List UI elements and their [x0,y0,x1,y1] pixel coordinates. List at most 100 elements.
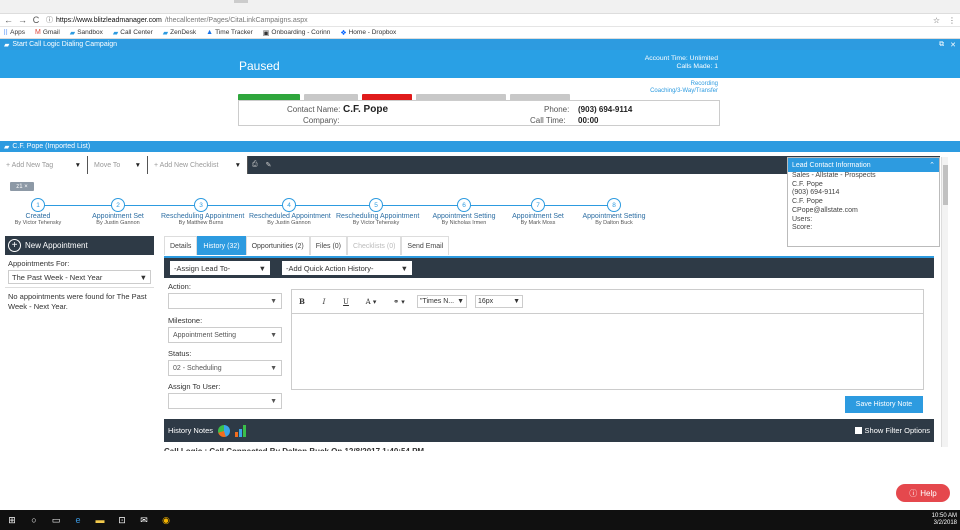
add-checklist-dropdown[interactable]: + Add New Checklist ▼ [148,156,248,174]
menu-icon[interactable]: ⋮ [948,16,956,25]
bookmark-item[interactable]: ▲ Time Tracker [206,29,253,36]
bookmark-item[interactable]: ▣ Onboarding - Corinn [263,29,331,37]
milestone-number: 3 [194,198,208,212]
bar-chart-icon[interactable] [235,424,247,437]
scrollbar-thumb[interactable] [943,165,948,205]
milestone-by: By Victor Tehensky [352,220,400,226]
bookmark-item[interactable]: ▰ ZenDesk [163,29,196,37]
milestone-step[interactable]: 5 Rescheduling Appointment By Victor Teh… [336,198,420,226]
tab-send-email[interactable]: Send Email [401,236,450,255]
popout-icon[interactable]: ⧉ [939,41,944,49]
collapse-icon[interactable]: ⌃ [929,161,935,169]
recording-link[interactable]: Recording [626,81,718,88]
underline-icon[interactable]: U [339,298,353,306]
link-icon[interactable]: ⚭ ▾ [389,298,409,306]
bookmark-label: Call Center [120,29,153,36]
lead-info-line: C.F. Pope [792,198,823,206]
system-clock[interactable]: 10:50 AM 3/2/2018 [932,513,957,527]
store-icon[interactable]: ⊡ [112,510,132,530]
back-icon[interactable]: ← [4,15,13,25]
history-notes-bar: History Notes Show Filter Options [164,419,934,442]
milestone-step[interactable]: 7 Appointment Set By Mark Moss [498,198,578,226]
lead-info-title: Lead Contact Information [792,161,871,169]
chrome-icon[interactable]: ◉ [156,510,176,530]
assign-user-label: Assign To User: [168,382,221,391]
bookmark-item[interactable]: M Gmail [35,29,60,36]
reload-icon[interactable]: C [32,15,40,25]
milestone-step[interactable]: 2 Appointment Set By Justin Gannon [78,198,158,226]
help-button[interactable]: ⓘ Help [896,484,950,502]
share-icon[interactable]: ✎ [262,161,276,169]
checkbox[interactable] [854,427,862,434]
milestone-step[interactable]: 4 Rescheduled Appointment By Justin Gann… [249,198,331,226]
add-tag-dropdown[interactable]: + Add New Tag ▼ [0,156,88,174]
page-scrollbar[interactable] [941,157,948,447]
action-select[interactable]: ▼ [168,293,282,309]
lead-info-header[interactable]: Lead Contact Information ⌃ [788,158,939,172]
assign-lead-select[interactable]: -Assign Lead To- ▼ [170,261,270,275]
browser-tab[interactable] [234,0,248,3]
plus-circle-icon: + [8,239,21,252]
caret-down-icon: ▼ [139,272,147,282]
milestone-number: 7 [531,198,545,212]
tab-history[interactable]: History (32) [197,236,246,255]
card-icon: ▰ [4,143,10,151]
font-size-select[interactable]: 16px ▼ [475,295,523,308]
print-icon[interactable]: ⎙ [248,161,262,169]
milestone-by: By Justin Gannon [96,220,140,226]
status-select[interactable]: 02 - Scheduling ▼ [168,360,282,376]
bookmark-item[interactable]: ⠿ Apps [3,29,25,37]
move-to-dropdown[interactable]: Move To ▼ [88,156,148,174]
quick-action-select[interactable]: -Add Quick Action History- ▼ [282,261,412,275]
info-icon[interactable]: ⓘ [46,15,53,25]
url-field[interactable]: ⓘ https://www.blitzleadmanager.com/theca… [46,15,927,26]
show-filter-toggle[interactable]: Show Filter Options [854,426,930,435]
appointments-range-select[interactable]: The Past Week - Next Year ▼ [8,270,151,284]
contact-name-label: Contact Name: [287,105,341,114]
star-icon[interactable]: ☆ [933,16,940,25]
tab-opportunities[interactable]: Opportunities (2) [245,236,310,255]
show-filter-label: Show Filter Options [864,426,930,435]
bookmark-item[interactable]: ❖ Home - Dropbox [340,29,396,37]
dialer-panel: Paused Account Time: Unlimited Calls Mad… [0,50,960,141]
milestone-title: Rescheduling Appointment [336,213,420,220]
milestone-select[interactable]: Appointment Setting ▼ [168,327,282,343]
caret-down-icon: ▼ [457,298,464,305]
milestone-title: Appointment Set [92,213,144,220]
assign-lead-value: -Assign Lead To- [174,263,231,273]
bold-icon[interactable]: B [295,297,309,306]
tab-files[interactable]: Files (0) [309,236,348,255]
italic-icon[interactable]: I [317,298,331,306]
lead-info-line: (903) 694-9114 [792,189,840,197]
milestone-step[interactable]: 3 Rescheduling Appointment By Matthew Bu… [161,198,244,226]
close-icon[interactable]: ✕ [950,41,956,49]
font-family-select[interactable]: "Times N... ▼ [417,295,467,308]
save-history-note-button[interactable]: Save History Note [845,396,923,413]
bookmark-item[interactable]: ▰ Call Center [113,29,153,37]
forward-icon[interactable]: → [18,15,27,25]
font-color-icon[interactable]: A ▾ [361,298,381,306]
bookmark-label: Home - Dropbox [348,29,397,36]
coaching-link[interactable]: Coaching/3-Way/Transfer [626,88,718,95]
milestone-number: 5 [369,198,383,212]
assign-user-select[interactable]: ▼ [168,393,282,409]
edge-icon[interactable]: e [68,510,88,530]
card-icon: ▰ [4,41,10,49]
tab-details[interactable]: Details [164,236,198,255]
task-view-icon[interactable]: ▭ [46,510,66,530]
file-explorer-icon[interactable]: ▬ [90,510,110,530]
search-icon[interactable]: ○ [24,510,44,530]
font-family-value: "Times N... [420,298,455,305]
windows-start-icon[interactable]: ⊞ [2,510,22,530]
mail-icon[interactable]: ✉ [134,510,154,530]
pie-chart-icon[interactable] [218,424,231,437]
tab-checklists[interactable]: Checklists (0) [347,236,402,255]
milestone-step[interactable]: 1 Created By Victor Tehensky [0,198,78,226]
milestone-step[interactable]: 6 Appointment Setting By Nicholas Irmen [424,198,504,226]
milestone-step[interactable]: 8 Appointment Setting By Dalton Buck [574,198,654,226]
milestone-number: 8 [607,198,621,212]
history-note-editor[interactable]: B I U A ▾ ⚭ ▾ "Times N... ▼ 16px ▼ [291,289,924,390]
lead-tag[interactable]: z1 × [10,182,34,191]
new-appointment-button[interactable]: + New Appointment [5,236,154,255]
bookmark-item[interactable]: ▰ Sandbox [70,29,103,37]
